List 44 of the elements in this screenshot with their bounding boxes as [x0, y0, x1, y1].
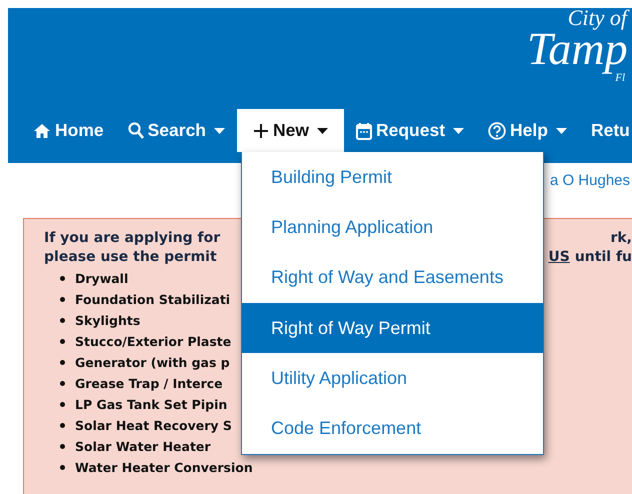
permit-type: Generator (with gas p [75, 355, 230, 370]
bullet-icon [60, 444, 65, 449]
permit-type: Foundation Stabilizati [75, 292, 230, 307]
bullet-icon [60, 465, 65, 470]
city-logo: City of Tamp Fl [526, 8, 629, 86]
notice-text: please use the permit [44, 248, 217, 267]
bullet-icon [60, 360, 65, 365]
nav-tab[interactable]: Retu [578, 109, 632, 152]
bullet-icon [60, 402, 65, 407]
permit-type: Grease Trap / Interce [75, 376, 223, 391]
bullet-icon [60, 318, 65, 323]
home-icon [33, 122, 51, 138]
user-name[interactable]: a O Hughes [550, 172, 630, 218]
notice-text: If you are applying for [44, 229, 220, 248]
notice-text: until fu [574, 248, 632, 267]
permit-type: Solar Heat Recovery S [75, 418, 232, 433]
permit-type: Skylights [75, 313, 140, 328]
menu-item[interactable]: Building Permit [242, 152, 543, 202]
permit-type: Stucco/Exterior Plaste [75, 334, 232, 349]
nav-tab[interactable]: Help [476, 109, 579, 152]
notice-text: rk, [610, 229, 632, 248]
nav-tab[interactable]: Home [8, 109, 116, 152]
bullet-icon [60, 297, 65, 302]
bullet-icon [60, 381, 65, 386]
permit-type: Water Heater Conversion [75, 460, 253, 475]
bullet-icon [60, 276, 65, 281]
menu-item[interactable]: Code Enforcement [242, 403, 543, 454]
bullet-icon [60, 339, 65, 344]
nav-tab[interactable]: Request [344, 109, 476, 152]
notice-link[interactable]: US [548, 248, 570, 267]
permit-type: Solar Water Heater [75, 439, 211, 454]
bullet-icon [60, 423, 65, 428]
search-icon [128, 122, 144, 139]
plus-icon [253, 122, 269, 138]
menu-item[interactable]: Right of Way and Easements [242, 252, 543, 303]
nav-tab[interactable]: Search [116, 109, 237, 152]
menu-item[interactable]: Planning Application [242, 202, 543, 253]
calendar-icon [356, 122, 372, 140]
help-icon [488, 122, 506, 140]
permit-type: Drywall [75, 271, 128, 286]
nav-tab[interactable]: New [237, 109, 344, 152]
menu-item[interactable]: Right of Way Permit [242, 302, 543, 354]
menu-item[interactable]: Utility Application [242, 353, 543, 404]
permit-type: LP Gas Tank Set Pipin [75, 397, 228, 412]
